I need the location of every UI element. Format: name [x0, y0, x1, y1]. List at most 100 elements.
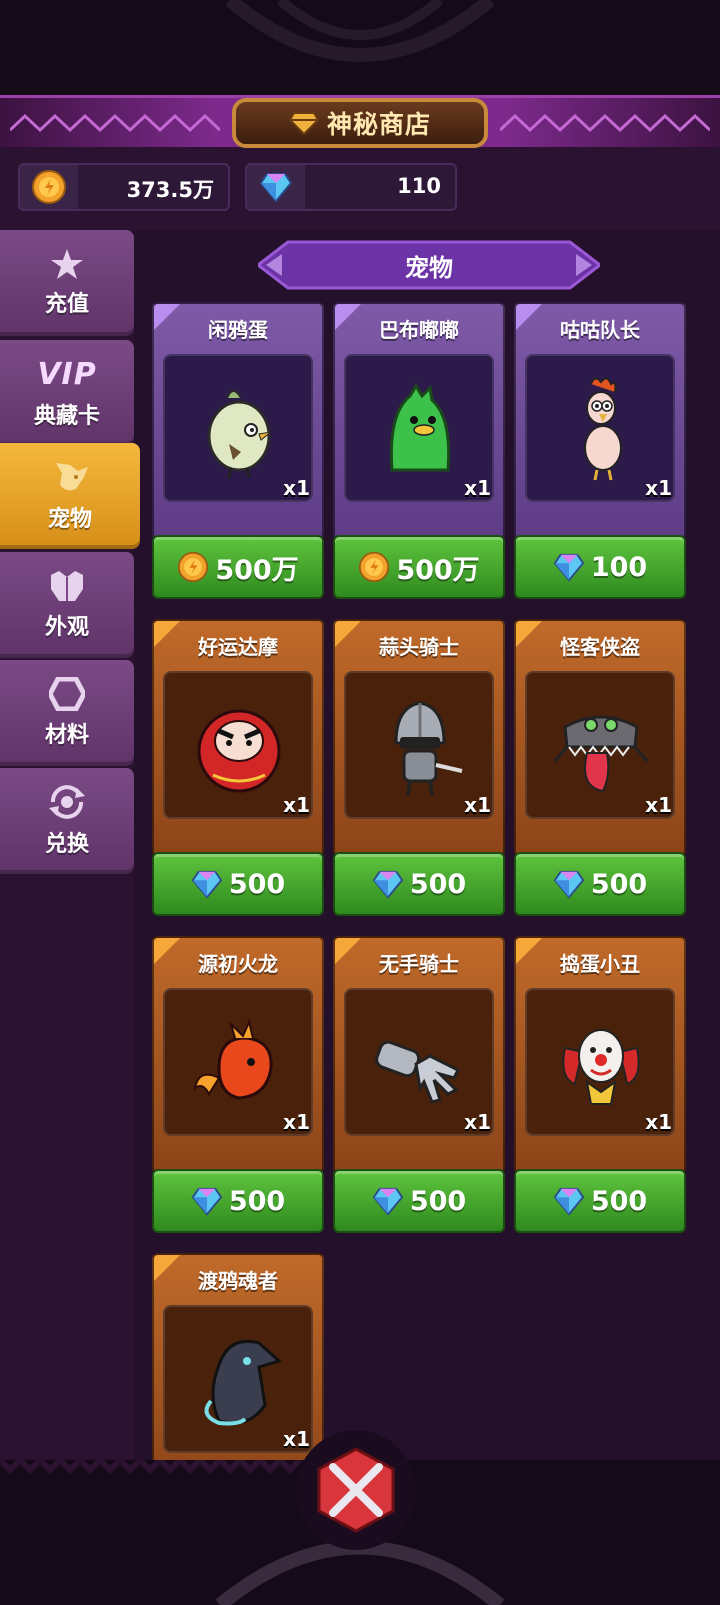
price-amount: 500: [590, 1185, 648, 1217]
exchange-icon: [49, 785, 85, 819]
buy-button[interactable]: 500: [333, 1169, 505, 1233]
item-quantity: x1: [283, 1110, 310, 1134]
sidebar-item-recharge[interactable]: 充值: [0, 230, 134, 336]
coin-balance-value: 373.5万: [126, 178, 214, 202]
category-label: 宠物: [405, 253, 453, 282]
buy-button[interactable]: 500万: [152, 535, 324, 599]
buy-button[interactable]: 500: [152, 1169, 324, 1233]
gem-icon: [372, 1187, 404, 1216]
shop-item-card[interactable]: 无手骑士 x1: [333, 936, 505, 1174]
shop-title: 神秘商店: [326, 110, 431, 139]
item-quantity: x1: [283, 1427, 310, 1451]
sidebar-item-label: 典藏卡: [33, 403, 100, 429]
item-quantity: x1: [645, 476, 672, 500]
zigzag-decoration: [10, 113, 220, 133]
fire-dragon-pet-icon: [193, 1018, 273, 1100]
sidebar-item-label: 充值: [44, 292, 89, 317]
gauntlet-pet-icon: [375, 1040, 461, 1104]
sidebar-item-exchange[interactable]: 兑换: [0, 768, 134, 874]
gem-icon: [553, 553, 585, 582]
item-quantity: x1: [464, 1110, 491, 1134]
gem-icon: [372, 870, 404, 899]
shop-item-card[interactable]: 源初火龙 x1: [152, 936, 324, 1174]
gem-balance: 110: [245, 163, 457, 211]
shop-item-card[interactable]: 巴布嘟嘟 x1: [333, 302, 505, 540]
item-name: 捣蛋小丑: [560, 952, 640, 976]
diamond-icon: [288, 112, 319, 135]
item-quantity: x1: [283, 476, 310, 500]
shop-item-card[interactable]: 渡鸦魂者 x1: [152, 1253, 324, 1491]
item-name: 好运达摩: [198, 635, 278, 659]
item-quantity: x1: [283, 793, 310, 817]
item-quantity: x1: [645, 1110, 672, 1134]
item-name: 闲鸦蛋: [208, 318, 268, 342]
coin-balance: 373.5万: [18, 163, 230, 211]
item-name: 巴布嘟嘟: [379, 318, 459, 342]
mimic-chest-pet-icon: [553, 715, 649, 793]
shop-item-card[interactable]: 咕咕队长 x1: [514, 302, 686, 540]
sidebar-item-label: 外观: [44, 615, 89, 640]
price-amount: 100: [590, 551, 648, 583]
daruma-pet-icon: [197, 709, 281, 793]
item-name: 咕咕队长: [560, 318, 640, 342]
item-name: 渡鸦魂者: [198, 1269, 278, 1293]
clown-pet-icon: [562, 1029, 640, 1105]
buy-button[interactable]: 500: [333, 852, 505, 916]
sidebar-item-vip[interactable]: VIP 典藏卡: [0, 340, 134, 446]
price-amount: 500: [228, 868, 286, 900]
gem-icon: [553, 1187, 585, 1216]
shop-title-plate: 神秘商店: [232, 98, 488, 148]
armor-icon: [51, 571, 83, 601]
category-tab-pet: 宠物: [258, 240, 600, 290]
buy-button[interactable]: 500: [514, 1169, 686, 1233]
sidebar-item-material[interactable]: 材料: [0, 660, 134, 766]
price-amount: 500: [228, 1185, 286, 1217]
sidebar-item-label: 宠物: [47, 507, 92, 532]
chicken-pet-icon: [584, 377, 622, 481]
raven-pet-icon: [204, 1339, 282, 1426]
buy-button[interactable]: 500: [514, 852, 686, 916]
hexagon-icon: [49, 677, 85, 711]
item-name: 怪客侠盗: [560, 635, 640, 659]
price-amount: 500万: [396, 554, 480, 586]
item-name: 蒜头骑士: [379, 635, 459, 659]
buy-button[interactable]: 100: [514, 535, 686, 599]
sidebar-item-label: 兑换: [44, 832, 89, 857]
knight-pet-icon: [394, 701, 463, 796]
green-blob-pet-icon: [389, 383, 451, 472]
pet-dog-icon: [56, 463, 88, 491]
top-decoration: [0, 0, 720, 100]
gold-coin-icon: [32, 170, 66, 204]
sidebar-item-label: 材料: [44, 723, 89, 748]
shop-item-card[interactable]: 蒜头骑士 x1: [333, 619, 505, 857]
price-amount: 500: [590, 868, 648, 900]
buy-button[interactable]: 500: [152, 852, 324, 916]
gem-icon: [259, 173, 293, 203]
shop-item-card[interactable]: 怪客侠盗 x1: [514, 619, 686, 857]
gem-balance-value: 110: [397, 174, 441, 198]
shop-item-card[interactable]: 闲鸦蛋 x1: [152, 302, 324, 540]
sidebar-item-outfit[interactable]: 外观: [0, 552, 134, 658]
item-name: 无手骑士: [379, 952, 459, 976]
item-quantity: x1: [464, 793, 491, 817]
star-icon: [51, 249, 83, 279]
shop-item-card[interactable]: 好运达摩 x1: [152, 619, 324, 857]
vip-text: VIP: [37, 356, 97, 392]
shop-item-card[interactable]: 捣蛋小丑 x1: [514, 936, 686, 1174]
gold-coin-icon: [178, 551, 209, 583]
sidebar-item-pet[interactable]: 宠物: [0, 443, 140, 549]
price-amount: 500: [409, 1185, 467, 1217]
item-name: 源初火龙: [198, 952, 278, 976]
egg-bird-pet-icon: [207, 390, 273, 479]
price-amount: 500万: [215, 554, 299, 586]
close-button[interactable]: [296, 1430, 416, 1550]
zigzag-decoration: [500, 113, 710, 133]
gem-icon: [553, 870, 585, 899]
price-amount: 500: [409, 868, 467, 900]
ornament-decoration: [225, 0, 495, 62]
gem-icon: [191, 1187, 223, 1216]
gem-icon: [191, 870, 223, 899]
crossed-swords-close-icon: [317, 1447, 395, 1533]
buy-button[interactable]: 500万: [333, 535, 505, 599]
gold-coin-icon: [359, 551, 390, 583]
